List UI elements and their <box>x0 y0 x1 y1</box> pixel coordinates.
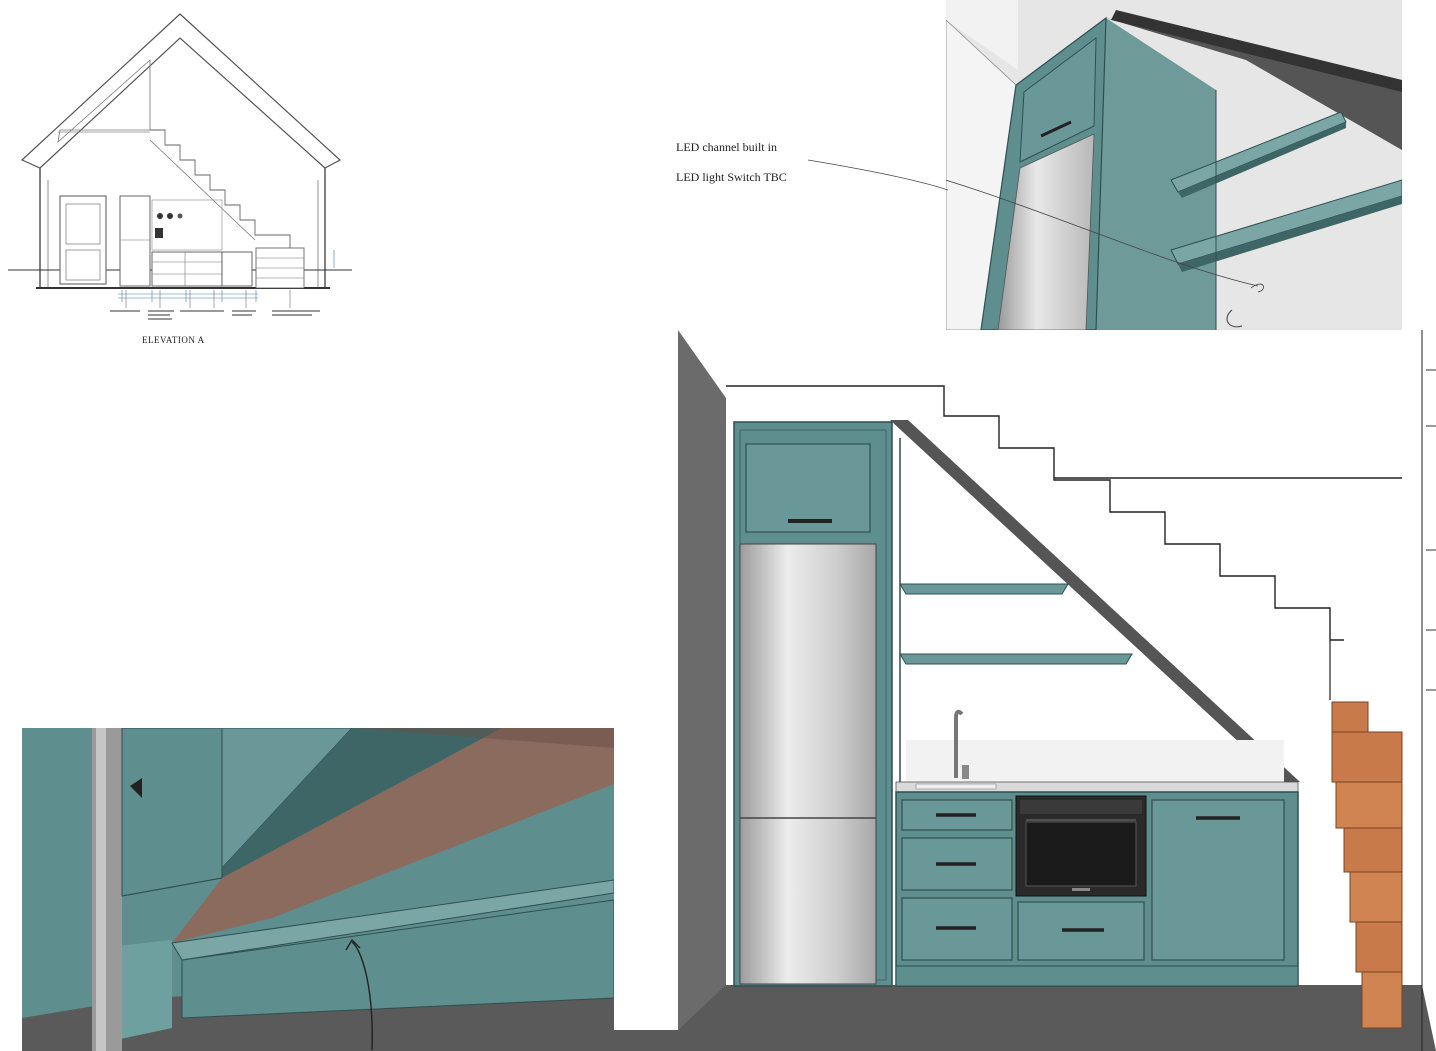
elevation-a-drawing <box>8 13 352 320</box>
led-strip-render <box>22 728 614 1051</box>
annotation-led-switch: LED light Switch TBC <box>676 170 787 184</box>
elevation-title: ELEVATION A <box>142 335 205 345</box>
timber-stair <box>1331 701 1403 1029</box>
annotation-leader <box>808 159 948 191</box>
kitchen-front-view <box>614 330 1436 1051</box>
drawing-sheet: ELEVATION A LED channel built in LED lig… <box>0 0 1436 1051</box>
kitchen-render <box>614 330 1436 1051</box>
led-strip-detail-view <box>22 728 614 1051</box>
annotation-led-channel: LED channel built in <box>676 140 777 154</box>
tall-unit-render <box>946 0 1402 330</box>
tall-unit-3d-view <box>946 0 1402 330</box>
oven-icon <box>1015 795 1147 897</box>
elevation-a-section: ELEVATION A <box>0 0 360 360</box>
